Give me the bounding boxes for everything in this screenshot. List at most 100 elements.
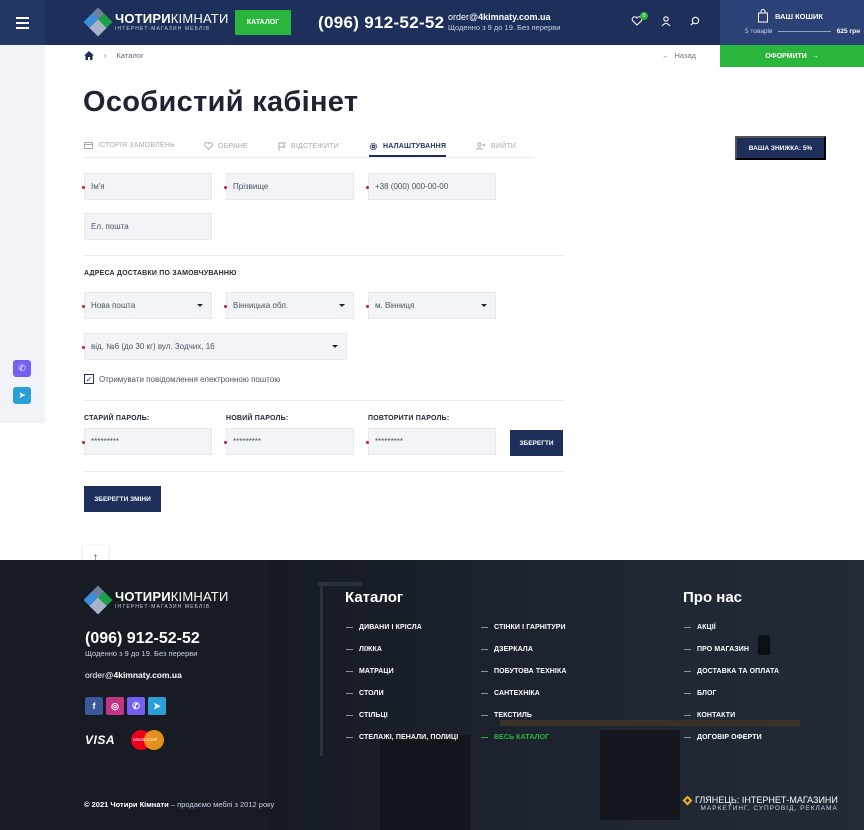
- arrow-left-icon: ←: [662, 51, 670, 60]
- footer-link-all-catalog[interactable]: ВЕСЬ КАТАЛОГ: [481, 733, 566, 742]
- first-name-field[interactable]: Ім'я: [82, 173, 212, 200]
- viber-icon[interactable]: ✆: [127, 697, 145, 715]
- gear-icon: [369, 142, 378, 151]
- telegram-icon[interactable]: ➤: [148, 697, 166, 715]
- tab-favorites[interactable]: ОБРАНЕ: [204, 142, 248, 150]
- footer-about-heading: Про нас: [683, 589, 743, 606]
- menu-icon[interactable]: [0, 0, 45, 45]
- repeat-password-field[interactable]: *********: [366, 428, 496, 455]
- chevron-down-icon: [197, 304, 203, 307]
- checkout-button-label: ОФОРМИТИ: [765, 52, 807, 60]
- footer-logo-subtitle: ІНТЕРНЕТ-МАГАЗИН МЕБЛІВ: [115, 604, 211, 610]
- telegram-icon[interactable]: ➤: [13, 387, 31, 404]
- logo-mark-icon: [83, 7, 113, 37]
- site-header: ЧОТИРИКІМНАТИ ІНТЕРНЕТ-МАГАЗИН МЕБЛІВ КА…: [0, 0, 864, 45]
- save-password-button[interactable]: ЗБЕРЕГТИ: [510, 430, 563, 456]
- footer-catalog-col2: СТІНКИ І ГАРНІТУРИ ДЗЕРКАЛА ПОБУТОВА ТЕХ…: [481, 623, 566, 742]
- copyright: © 2021 Чотири Кімнати – продаємо меблі з…: [84, 800, 275, 809]
- page-title: Особистий кабінет: [83, 86, 359, 118]
- developer-credit[interactable]: ГЛЯНЕЦЬ: ІНТЕРНЕТ-МАГАЗИНИ МАРКЕТИНГ, СУ…: [682, 795, 838, 813]
- shopping-bag-icon: [758, 9, 768, 23]
- developer-title: ГЛЯНЕЦЬ: ІНТЕРНЕТ-МАГАЗИНИ: [695, 795, 838, 805]
- footer-link[interactable]: БЛОГ: [684, 689, 779, 698]
- footer-link[interactable]: ЛІЖКА: [346, 645, 458, 654]
- heart-icon: [204, 142, 213, 150]
- footer-link[interactable]: САНТЕХНІКА: [481, 689, 566, 698]
- search-icon[interactable]: [688, 15, 702, 29]
- chevron-right-icon: ›: [104, 51, 107, 60]
- footer-link[interactable]: АКЦІЇ: [684, 623, 779, 632]
- cart-items-count: 5 товарів: [745, 28, 773, 35]
- account-tabs: ІСТОРІЯ ЗАМОВЛЕНЬ ОБРАНЕ ВІДСТЕЖИТИ НАЛА…: [84, 142, 534, 158]
- newsletter-label: Отримувати повідомлення електронною пошт…: [99, 374, 281, 384]
- footer-link[interactable]: СТІЛЬЦІ: [346, 711, 458, 720]
- breadcrumb-current[interactable]: Каталог: [117, 51, 144, 60]
- facebook-icon[interactable]: f: [85, 697, 103, 715]
- new-password-field[interactable]: *********: [224, 428, 354, 455]
- repeat-password-label: ПОВТОРИТИ ПАРОЛЬ:: [368, 415, 450, 422]
- footer-link[interactable]: ДИВАНИ І КРІСЛА: [346, 623, 458, 632]
- back-link[interactable]: ← Назад: [662, 51, 696, 60]
- old-password-label: СТАРИЙ ПАРОЛЬ:: [84, 415, 150, 422]
- header-phone[interactable]: (096) 912-52-52: [318, 13, 444, 33]
- branch-value: від. №6 (до 30 кг) вул. Зодчих, 16: [91, 342, 215, 351]
- footer-logo[interactable]: ЧОТИРИКІМНАТИ ІНТЕРНЕТ-МАГАЗИН МЕБЛІВ: [83, 585, 229, 615]
- footer-link[interactable]: СТЕЛАЖІ, ПЕНАЛИ, ПОЛИЦІ: [346, 733, 458, 742]
- user-icon[interactable]: [659, 15, 673, 29]
- tab-tracking[interactable]: ВІДСТЕЖИТИ: [278, 142, 339, 151]
- header-contact: order@4kimnaty.com.ua Щоденно з 9 до 19.…: [448, 12, 560, 33]
- footer-link[interactable]: ПОБУТОВА ТЕХНІКА: [481, 667, 566, 676]
- footer-link[interactable]: ДЗЕРКАЛА: [481, 645, 566, 654]
- city-select[interactable]: м. Вінниця: [366, 292, 496, 319]
- old-password-field[interactable]: *********: [82, 428, 212, 455]
- footer-link[interactable]: СТОЛИ: [346, 689, 458, 698]
- card-icon: [84, 142, 93, 149]
- footer-phone[interactable]: (096) 912-52-52: [85, 630, 200, 648]
- tab-order-history[interactable]: ІСТОРІЯ ЗАМОВЛЕНЬ: [84, 142, 175, 149]
- city-value: м. Вінниця: [375, 301, 415, 310]
- footer-link[interactable]: ТЕКСТИЛЬ: [481, 711, 566, 720]
- region-select[interactable]: Вінницька обл.: [224, 292, 354, 319]
- footer-link[interactable]: МАТРАЦИ: [346, 667, 458, 676]
- left-sidebar: ✆ ➤: [0, 45, 45, 423]
- site-logo[interactable]: ЧОТИРИКІМНАТИ ІНТЕРНЕТ-МАГАЗИН МЕБЛІВ: [83, 7, 229, 37]
- tab-logout[interactable]: ВИЙТИ: [476, 142, 516, 150]
- logo-subtitle: ІНТЕРНЕТ-МАГАЗИН МЕБЛІВ: [115, 26, 211, 32]
- footer-catalog-heading: Каталог: [345, 589, 404, 606]
- carrier-value: Нова пошта: [91, 301, 136, 310]
- catalog-button[interactable]: КАТАЛОГ: [235, 10, 291, 35]
- header-email[interactable]: order@4kimnaty.com.ua: [448, 12, 560, 23]
- header-hours: Щоденно з 9 до 19. Без перерви: [448, 23, 561, 33]
- footer-link[interactable]: ДОСТАВКА ТА ОПЛАТА: [684, 667, 779, 676]
- cart-divider: [778, 31, 831, 32]
- email-field[interactable]: Ел. пошта: [84, 213, 212, 240]
- diamond-icon: [682, 795, 693, 806]
- viber-icon[interactable]: ✆: [13, 360, 31, 377]
- cart-widget[interactable]: ВАШ КОШИК 5 товарів 625 грн: [720, 0, 864, 45]
- tab-settings[interactable]: НАЛАШТУВАННЯ: [369, 142, 447, 157]
- footer-link[interactable]: СТІНКИ І ГАРНІТУРИ: [481, 623, 566, 632]
- chevron-down-icon: [332, 345, 338, 348]
- footer-email[interactable]: order@4kimnaty.com.ua: [85, 670, 182, 680]
- phone-field[interactable]: +38 (000) 000-00-00: [366, 173, 496, 200]
- arrow-right-icon: →: [811, 52, 819, 60]
- newsletter-checkbox[interactable]: ✓: [84, 374, 94, 384]
- carrier-select[interactable]: Нова пошта: [82, 292, 212, 319]
- instagram-icon[interactable]: ◎: [106, 697, 124, 715]
- region-value: Вінницька обл.: [233, 301, 289, 310]
- checkout-button[interactable]: ОФОРМИТИ →: [720, 45, 864, 67]
- last-name-field[interactable]: Прізвище: [224, 173, 354, 200]
- visa-logo: VISA: [85, 733, 116, 747]
- cart-title: ВАШ КОШИК: [757, 9, 823, 23]
- footer-link[interactable]: ПРО МАГАЗИН: [684, 645, 779, 654]
- branch-select[interactable]: від. №6 (до 30 кг) вул. Зодчих, 16: [82, 333, 347, 360]
- logo-title-rest: КІМНАТИ: [170, 11, 229, 26]
- footer-about-col: АКЦІЇ ПРО МАГАЗИН ДОСТАВКА ТА ОПЛАТА БЛО…: [684, 623, 779, 742]
- newsletter-option[interactable]: ✓ Отримувати повідомлення електронною по…: [84, 374, 280, 384]
- footer-link[interactable]: КОНТАКТИ: [684, 711, 779, 720]
- save-changes-button[interactable]: ЗБЕРЕГТИ ЗМІНИ: [84, 486, 161, 512]
- footer-link[interactable]: ДОГОВІР ОФЕРТИ: [684, 733, 779, 742]
- home-icon[interactable]: [84, 51, 94, 60]
- decor-chair: [380, 735, 470, 830]
- discount-button[interactable]: ВАША ЗНИЖКА: 5%: [735, 136, 826, 160]
